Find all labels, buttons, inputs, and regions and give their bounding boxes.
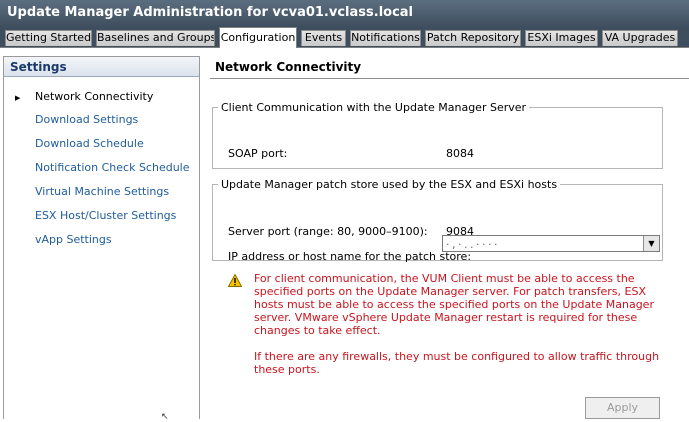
sidebar-item-download-settings[interactable]: Download Settings — [35, 113, 138, 126]
chevron-down-icon[interactable]: ▼ — [643, 236, 659, 251]
tab-strip: Getting Started Baselines and Groups Con… — [0, 27, 689, 48]
sidebar-item-virtual-machine-settings[interactable]: Virtual Machine Settings — [35, 185, 169, 198]
server-port-label: Server port (range: 80, 9000–9100): — [228, 225, 428, 238]
tab-baselines-and-groups[interactable]: Baselines and Groups — [96, 30, 215, 46]
sidebar-item-download-schedule[interactable]: Download Schedule — [35, 137, 144, 150]
patch-store-ip-select[interactable]: · , · . . · · · · ▼ — [442, 235, 660, 252]
client-communication-group: Client Communication with the Update Man… — [212, 101, 663, 169]
tab-va-upgrades[interactable]: VA Upgrades — [602, 30, 678, 46]
sidebar-item-network-connectivity[interactable]: Network Connectivity — [35, 90, 153, 103]
warning-icon — [228, 274, 242, 287]
sidebar-item-vapp-settings[interactable]: vApp Settings — [35, 233, 112, 246]
selected-arrow-icon: ▶ — [15, 94, 21, 102]
tab-patch-repository[interactable]: Patch Repository — [425, 30, 521, 46]
tab-esxi-images[interactable]: ESXi Images — [525, 30, 598, 46]
page-title: Network Connectivity — [215, 60, 362, 74]
sidebar-header: Settings — [4, 57, 199, 77]
warning-paragraph-firewall: If there are any firewalls, they must be… — [254, 350, 660, 376]
tab-events[interactable]: Events — [301, 30, 346, 46]
sidebar-item-esx-host-cluster-settings[interactable]: ESX Host/Cluster Settings — [35, 209, 176, 222]
tab-configuration[interactable]: Configuration — [219, 27, 297, 48]
tab-notifications[interactable]: Notifications — [350, 30, 421, 46]
soap-port-label: SOAP port: — [228, 147, 288, 160]
soap-port-value: 8084 — [446, 147, 474, 160]
mouse-cursor-icon: ↖ — [161, 412, 169, 422]
window-title: Update Manager Administration for vcva01… — [0, 0, 689, 27]
patch-store-ip-value: · , · . . · · · · — [446, 238, 497, 251]
settings-sidebar: Settings Network Connectivity Download S… — [3, 56, 200, 419]
patch-store-legend: Update Manager patch store used by the E… — [221, 178, 558, 191]
apply-button[interactable]: Apply — [585, 397, 660, 419]
warning-message: For client communication, the VUM Client… — [254, 272, 664, 389]
warning-paragraph-ports: For client communication, the VUM Client… — [254, 272, 654, 337]
sidebar-item-notification-check-schedule[interactable]: Notification Check Schedule — [35, 161, 190, 174]
client-communication-legend: Client Communication with the Update Man… — [221, 101, 527, 114]
title-divider — [210, 78, 689, 79]
patch-store-ip-label: IP address or host name for the patch st… — [228, 250, 472, 263]
tab-getting-started[interactable]: Getting Started — [5, 30, 92, 46]
